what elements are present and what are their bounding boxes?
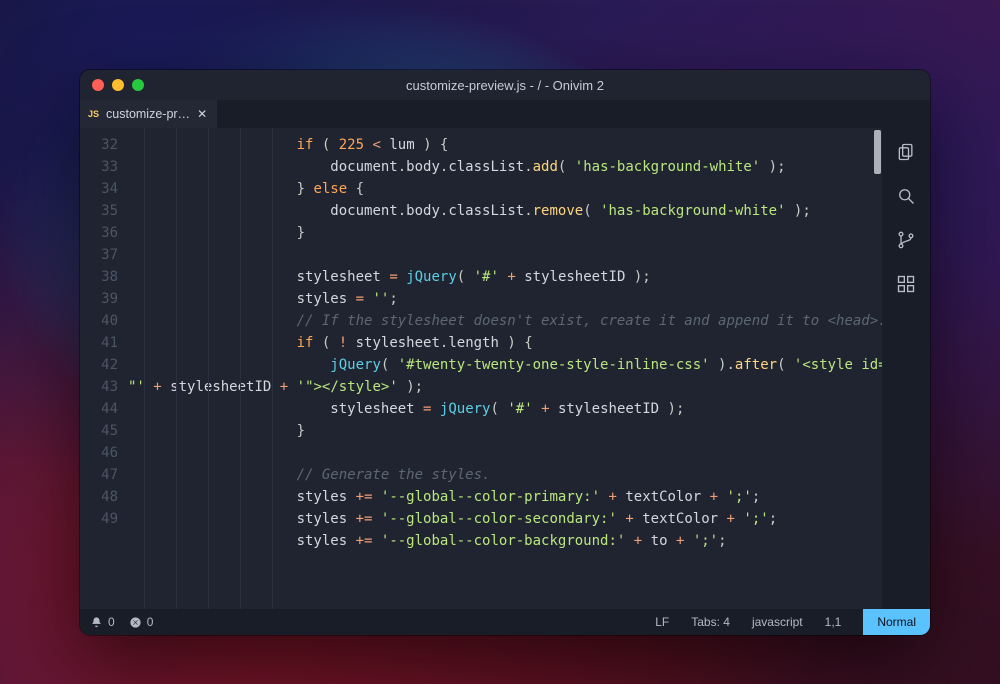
language-indicator[interactable]: javascript [752, 615, 803, 629]
window-title: customize-preview.js - / - Onivim 2 [80, 78, 930, 93]
zoom-window-button[interactable] [132, 79, 144, 91]
editor-window: customize-preview.js - / - Onivim 2 JS c… [80, 70, 930, 635]
indent-indicator[interactable]: Tabs: 4 [691, 615, 730, 629]
tab-label: customize-pr… [106, 107, 190, 121]
status-bar: 0 0 LF Tabs: 4 javascript 1,1 Normal [80, 609, 930, 635]
notifications-count: 0 [108, 615, 115, 629]
titlebar[interactable]: customize-preview.js - / - Onivim 2 [80, 70, 930, 100]
code-editor[interactable]: 323334353637383940414243444546474849 if … [80, 128, 882, 609]
error-icon [129, 616, 142, 629]
code-content[interactable]: if ( 225 < lum ) { document.body.classLi… [128, 128, 882, 609]
tabbar: JS customize-pr… ✕ [80, 100, 930, 128]
notifications-indicator[interactable]: 0 [90, 615, 115, 629]
close-tab-icon[interactable]: ✕ [197, 107, 207, 121]
tab-customize-preview[interactable]: JS customize-pr… ✕ [80, 100, 218, 128]
window-controls [92, 79, 144, 91]
files-icon[interactable] [896, 142, 916, 162]
vim-mode-indicator[interactable]: Normal [863, 609, 930, 635]
search-icon[interactable] [896, 186, 916, 206]
close-window-button[interactable] [92, 79, 104, 91]
minimize-window-button[interactable] [112, 79, 124, 91]
bell-icon [90, 616, 103, 629]
activity-bar [882, 128, 930, 609]
desktop-wallpaper: customize-preview.js - / - Onivim 2 JS c… [0, 0, 1000, 684]
errors-count: 0 [147, 615, 154, 629]
git-branch-icon[interactable] [896, 230, 916, 250]
line-number-gutter: 323334353637383940414243444546474849 [80, 128, 128, 609]
scrollbar-track[interactable] [873, 128, 882, 609]
eol-indicator[interactable]: LF [655, 615, 669, 629]
grid-icon[interactable] [896, 274, 916, 294]
scrollbar-thumb[interactable] [874, 130, 881, 174]
cursor-position[interactable]: 1,1 [825, 615, 842, 629]
errors-indicator[interactable]: 0 [129, 615, 154, 629]
js-lang-badge: JS [88, 109, 99, 119]
editor-body: 323334353637383940414243444546474849 if … [80, 128, 930, 609]
